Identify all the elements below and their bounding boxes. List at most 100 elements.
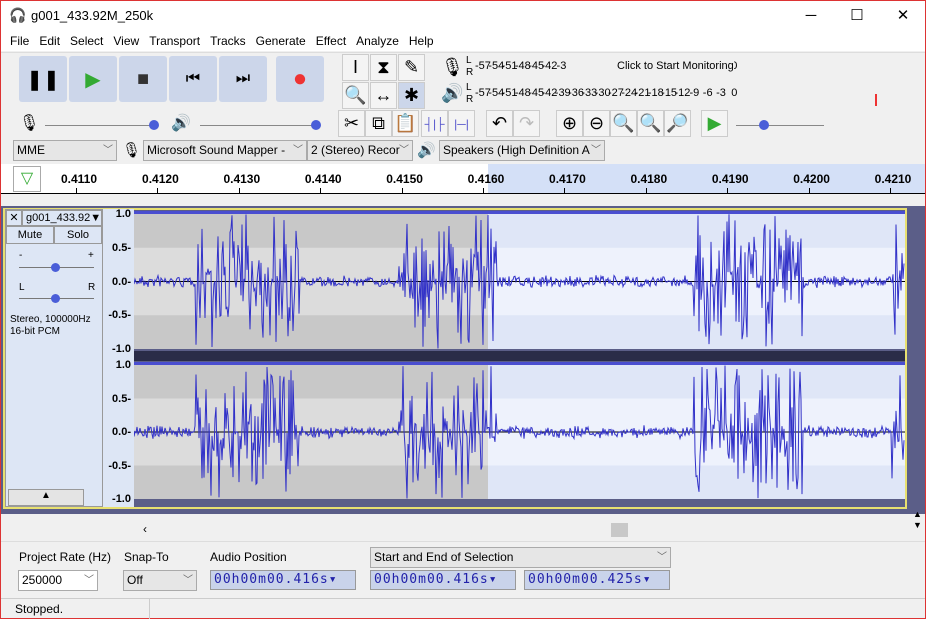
multi-tool-icon[interactable]: ✱ (398, 82, 425, 109)
pause-button[interactable]: ❚❚ (19, 56, 67, 102)
playback-volume-slider[interactable] (200, 125, 318, 126)
record-button[interactable]: ● (276, 56, 324, 102)
waveform-display[interactable] (134, 209, 905, 507)
scroll-down-icon[interactable]: ▼ (913, 520, 922, 530)
meter-tick-label: -9 (689, 87, 700, 99)
start-monitoring-label[interactable]: Click to Start Monitoring (617, 60, 734, 72)
silence-audio-icon[interactable]: |─| (448, 110, 475, 137)
title-bar: 🎧 g001_433.92M_250k ─ ☐ ✕ (1, 1, 925, 31)
copy-icon[interactable]: ⧉ (365, 110, 392, 137)
maximize-button[interactable]: ☐ (834, 1, 880, 31)
close-button[interactable]: ✕ (880, 1, 926, 31)
project-rate-label: Project Rate (Hz) (19, 550, 112, 564)
selection-start-field[interactable]: 00h00m00.416s▾ (370, 570, 516, 590)
collapse-track-button[interactable]: ▲ (8, 489, 84, 506)
pan-thumb[interactable] (51, 294, 60, 303)
menu-transport[interactable]: Transport (144, 31, 205, 51)
scroll-left-icon[interactable]: ‹ (143, 522, 147, 536)
play-speed-slider[interactable] (736, 125, 824, 126)
menu-file[interactable]: File (5, 31, 34, 51)
mic-volume-icon: 🎙 (19, 115, 40, 132)
ruler-tick-label: 0.4170 (549, 172, 586, 186)
undo-icon[interactable]: ↶ (486, 110, 513, 137)
meter-tick-label: -3 (716, 87, 726, 99)
zoom-tool-icon[interactable]: 🔍 (342, 82, 369, 109)
recording-volume-slider[interactable] (45, 125, 155, 126)
input-device-value: Microsoft Sound Mapper - (147, 143, 286, 157)
amplitude-tick-label: 1.0 (115, 359, 131, 371)
timeline-ruler[interactable]: ▽ 0.4110 0.4120 0.4130 0.4140 0.4150 0.4160 0.… (1, 164, 925, 194)
meter-tick-label: -6 (702, 87, 713, 99)
meter-r-label: R (466, 94, 474, 105)
fit-selection-icon[interactable]: 🔍 (610, 110, 637, 137)
skip-to-end-button[interactable]: ⏭ (219, 56, 267, 102)
clip-top-bar (134, 362, 905, 365)
menu-effect[interactable]: Effect (311, 31, 351, 51)
playback-meter[interactable]: -57 -54 -51 -48 -45 -42 -39 -36 -33 -30 -27 -24 -21-… (475, 87, 885, 111)
stop-button[interactable]: ■ (119, 56, 167, 102)
play-speed-thumb[interactable] (759, 120, 769, 130)
menu-analyze[interactable]: Analyze (351, 31, 404, 51)
amplitude-tick-label: 1.0 (115, 208, 131, 220)
zoom-toggle-icon[interactable]: 🔎 (664, 110, 691, 137)
horizontal-scrollbar[interactable]: ‹ ▲ ▼ (1, 509, 925, 539)
gain-plus-label: + (88, 250, 94, 261)
cut-icon[interactable]: ✂ (338, 110, 365, 137)
track-name-menu[interactable]: g001_433.92▼ (22, 210, 102, 226)
menu-help[interactable]: Help (404, 31, 439, 51)
recording-volume-thumb[interactable] (149, 120, 159, 130)
mute-button[interactable]: Mute (6, 226, 54, 244)
input-device-select[interactable]: Microsoft Sound Mapper - ﹀ (143, 140, 307, 161)
meter-tick-label (581, 60, 594, 84)
paste-icon[interactable]: 📋 (392, 110, 419, 137)
envelope-tool-icon[interactable]: ⧗ (370, 54, 397, 81)
meter-tick-label: -48 (514, 60, 531, 72)
input-channels-select[interactable]: 2 (Stereo) Recor ﹀ (307, 140, 413, 161)
input-channels-value: 2 (Stereo) Recor (311, 143, 400, 157)
minimize-button[interactable]: ─ (788, 1, 834, 31)
draw-tool-icon[interactable]: ✎ (398, 54, 425, 81)
output-device-select[interactable]: Speakers (High Definition A ﹀ (439, 140, 605, 161)
menu-select[interactable]: Select (65, 31, 108, 51)
play-at-speed-button[interactable]: ▶ (701, 110, 728, 137)
meter-tick-label (595, 60, 608, 84)
playback-volume-thumb[interactable] (311, 120, 321, 130)
selection-mode-select[interactable]: Start and End of Selection ﹀ (370, 547, 671, 568)
play-button[interactable]: ▶ (69, 56, 117, 102)
ruler-tick-label: 0.4210 (874, 172, 912, 186)
meter-tick-label: -39 (554, 87, 571, 99)
meter-tick-label: -30 (594, 87, 611, 99)
scroll-up-icon[interactable]: ▲ (913, 509, 922, 519)
meter-l-label: L (466, 82, 472, 93)
amplitude-tick-label: 0.5- (112, 241, 131, 254)
microphone-icon[interactable]: 🎙 (441, 57, 464, 78)
gain-thumb[interactable] (51, 263, 60, 272)
close-track-button[interactable]: ✕ (6, 210, 22, 226)
menu-tracks[interactable]: Tracks (205, 31, 251, 51)
selection-tool-icon[interactable]: I (342, 54, 369, 81)
project-rate-select[interactable]: 250000 ﹀ (18, 570, 98, 591)
audio-position-field[interactable]: 00h00m00.416s▾ (210, 570, 356, 590)
trim-audio-icon[interactable]: ┤|├ (421, 110, 448, 137)
menu-edit[interactable]: Edit (34, 31, 65, 51)
status-bar: Stopped. (1, 598, 925, 619)
time-shift-tool-icon[interactable]: ↔ (370, 82, 397, 109)
timeline-options-icon[interactable]: ▽ (13, 166, 41, 192)
menu-view[interactable]: View (108, 31, 144, 51)
menu-generate[interactable]: Generate (251, 31, 311, 51)
audio-position-label: Audio Position (210, 550, 287, 564)
clip-top-bar (134, 211, 905, 214)
meter-tick-label (568, 60, 581, 84)
solo-button[interactable]: Solo (54, 226, 102, 244)
skip-to-start-button[interactable]: ⏮ (169, 56, 217, 102)
speaker-icon: 🔊 (441, 83, 464, 103)
zoom-in-icon[interactable]: ⊕ (556, 110, 583, 137)
status-text: Stopped. (15, 602, 64, 616)
audio-host-select[interactable]: MME ﹀ (13, 140, 117, 161)
fit-project-icon[interactable]: 🔍 (637, 110, 664, 137)
zoom-out-icon[interactable]: ⊖ (583, 110, 610, 137)
scroll-thumb[interactable] (611, 523, 628, 537)
redo-icon[interactable]: ↷ (513, 110, 540, 137)
selection-end-field[interactable]: 00h00m00.425s▾ (524, 570, 670, 590)
snap-to-select[interactable]: Off ﹀ (123, 570, 197, 591)
